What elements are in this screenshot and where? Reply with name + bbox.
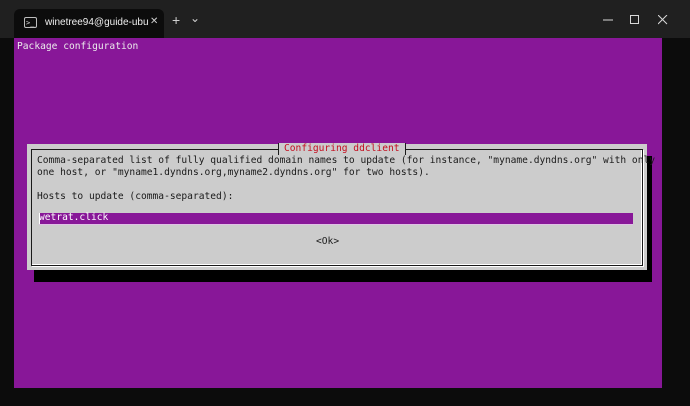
hosts-input-value: wetrat.click — [39, 212, 109, 223]
tab-close-icon[interactable]: ✕ — [150, 15, 158, 29]
dialog-title: Configuring ddclient — [278, 143, 406, 155]
ok-button[interactable]: <Ok> — [316, 236, 339, 248]
close-icon — [658, 15, 668, 25]
scrollbar[interactable] — [662, 38, 676, 388]
maximize-button[interactable] — [624, 10, 646, 30]
dialog-description: Comma-separated list of fully qualified … — [37, 155, 655, 179]
terminal-tab[interactable]: >_ winetree94@guide-ubuntu: ~ ✕ — [14, 9, 164, 38]
maximize-icon — [630, 15, 639, 24]
new-tab-button[interactable]: + — [172, 13, 180, 27]
tab-dropdown-button[interactable]: ⌄ — [190, 11, 200, 25]
close-button[interactable] — [652, 10, 674, 30]
description-line-2: one host, or "myname1.dyndns.org,myname2… — [37, 167, 430, 178]
minimize-button[interactable] — [597, 10, 619, 30]
title-bar[interactable]: >_ winetree94@guide-ubuntu: ~ ✕ + ⌄ — [0, 0, 690, 38]
package-configuration-title: Package configuration — [17, 41, 139, 52]
hosts-input[interactable]: wetrat.click — [39, 212, 633, 225]
description-line-1: Comma-separated list of fully qualified … — [37, 155, 656, 166]
terminal-icon: >_ — [24, 17, 37, 28]
hosts-label: Hosts to update (comma-separated): — [37, 191, 234, 202]
tab-title: winetree94@guide-ubuntu: ~ — [45, 17, 149, 28]
ddclient-dialog: Configuring ddclient Comma-separated lis… — [27, 143, 655, 270]
terminal-area[interactable]: Package configuration Configuring ddclie… — [14, 38, 662, 388]
terminal-window: >_ winetree94@guide-ubuntu: ~ ✕ + ⌄ Pack… — [0, 0, 690, 406]
minimize-icon — [603, 19, 613, 21]
